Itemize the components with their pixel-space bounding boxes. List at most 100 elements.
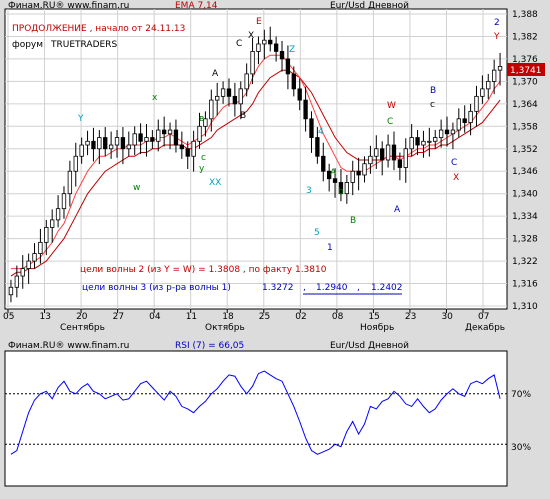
candle-body	[173, 129, 179, 146]
candle-body	[315, 137, 320, 157]
candle-body	[421, 140, 426, 146]
wave-label: B	[430, 86, 436, 96]
target3-value-1: 1.3272	[262, 283, 294, 293]
candle-body	[415, 137, 420, 146]
rsi-level-70: 70%	[511, 390, 531, 400]
x-tick-label: 08	[332, 312, 344, 322]
y-tick-label: 1,316	[512, 280, 538, 290]
candle-body	[486, 80, 491, 90]
note-title: ПРОДОЛЖЕНИЕ , начало от 24.11.13	[12, 24, 185, 34]
main-symbol: Eur/Usd Дневной	[330, 1, 409, 11]
x-tick-label: 13	[40, 312, 51, 322]
month-label: Декабрь	[465, 323, 505, 333]
y-tick-label: 1,352	[512, 145, 538, 155]
candle-body	[474, 95, 479, 112]
wave-label: 5	[314, 228, 320, 238]
month-label: Сентябрь	[60, 323, 105, 333]
wave-label: в	[199, 114, 204, 124]
wave-label: C	[236, 39, 242, 49]
rsi-symbol: Eur/Usd Дневной	[330, 341, 409, 351]
target3-value-3: 1.2402	[371, 283, 403, 293]
wave-label: C	[451, 158, 457, 168]
candle-body	[456, 118, 461, 131]
candle-body	[380, 148, 385, 161]
wave-label: A	[212, 69, 219, 79]
candle-body	[273, 43, 279, 52]
candle-body	[409, 137, 414, 150]
wave-label: 4	[318, 127, 324, 137]
candle-body	[209, 99, 214, 120]
wave-label: A	[394, 205, 401, 215]
candle-body	[61, 193, 67, 210]
wave-label: 2	[494, 18, 500, 28]
candle-body	[279, 51, 285, 60]
candle-body	[103, 137, 108, 150]
forum-label: форум	[12, 40, 43, 50]
candle-body	[344, 182, 350, 195]
y-tick-label: 1,388	[512, 10, 538, 20]
main-x-ticks: 05 13 20 27 04 11 18 25 02 08 15 23 30 07	[3, 309, 489, 322]
candle-body	[226, 88, 232, 97]
candle-body	[26, 260, 31, 269]
target3-prefix: цели волны 3 (из р-ра волны 1)	[82, 283, 231, 293]
candle-body	[332, 178, 338, 183]
candle-body	[468, 110, 473, 123]
candle-body	[256, 43, 261, 52]
candle-body	[215, 95, 220, 101]
candle-body	[144, 137, 149, 142]
x-tick-label: 04	[149, 312, 161, 322]
candle-body	[397, 159, 403, 168]
x-tick-label: 18	[222, 312, 234, 322]
candle-body	[438, 129, 444, 138]
x-tick-label: 15	[368, 312, 379, 322]
candle-body	[220, 88, 226, 97]
candle-body	[132, 133, 137, 146]
x-tick-label: 05	[3, 312, 14, 322]
candle-body	[191, 140, 196, 157]
wave-label: c	[430, 100, 435, 110]
candle-body	[368, 155, 373, 165]
month-label: Ноябрь	[360, 323, 394, 333]
main-y-ticks: 1,3881,3821,3761,3701,3641,3581,3521,346…	[512, 10, 538, 312]
wave-label: X	[453, 173, 459, 183]
wave-label: XX	[209, 178, 221, 188]
candle-body	[250, 51, 255, 75]
candle-body	[303, 99, 308, 120]
candle-body	[491, 69, 497, 82]
candle-body	[185, 148, 190, 157]
candle-body	[291, 73, 296, 90]
candle-body	[268, 39, 273, 45]
candle-body	[309, 118, 314, 138]
candle-body	[356, 170, 361, 176]
y-tick-label: 1,370	[512, 77, 538, 87]
candle-body	[50, 219, 55, 228]
y-tick-label: 1,346	[512, 167, 538, 177]
candle-body	[20, 268, 25, 277]
candle-body	[85, 140, 90, 146]
candle-body	[161, 129, 167, 135]
wave-label: Z	[289, 45, 295, 55]
wave-label: Y	[493, 32, 500, 42]
candle-body	[108, 144, 114, 150]
candle-body	[285, 58, 291, 75]
target3-sep-1: ,	[303, 283, 306, 293]
wave-label: Y	[77, 114, 84, 124]
candle-body	[32, 253, 37, 262]
rsi-indicator: RSI (7) = 66,05	[175, 341, 244, 351]
candle-body	[385, 144, 391, 161]
candle-body	[480, 88, 485, 97]
target3-sep-2: ,	[357, 283, 360, 293]
rsi-source: Финам.RU® www.finam.ru	[8, 341, 129, 351]
candle-body	[362, 163, 367, 176]
month-label: Октябрь	[205, 323, 245, 333]
candle-body	[427, 140, 432, 143]
candle-body	[150, 137, 155, 142]
rsi-plot-area	[4, 350, 508, 487]
month-labels: Сентябрь Октябрь Ноябрь Декабрь	[60, 323, 505, 333]
wave-label: w	[133, 183, 140, 193]
x-tick-label: 20	[76, 312, 88, 322]
candle-body	[73, 155, 78, 172]
forum-name: TRUETRADERS	[50, 40, 117, 50]
candle-body	[297, 88, 302, 101]
wave-label: B	[350, 216, 356, 226]
